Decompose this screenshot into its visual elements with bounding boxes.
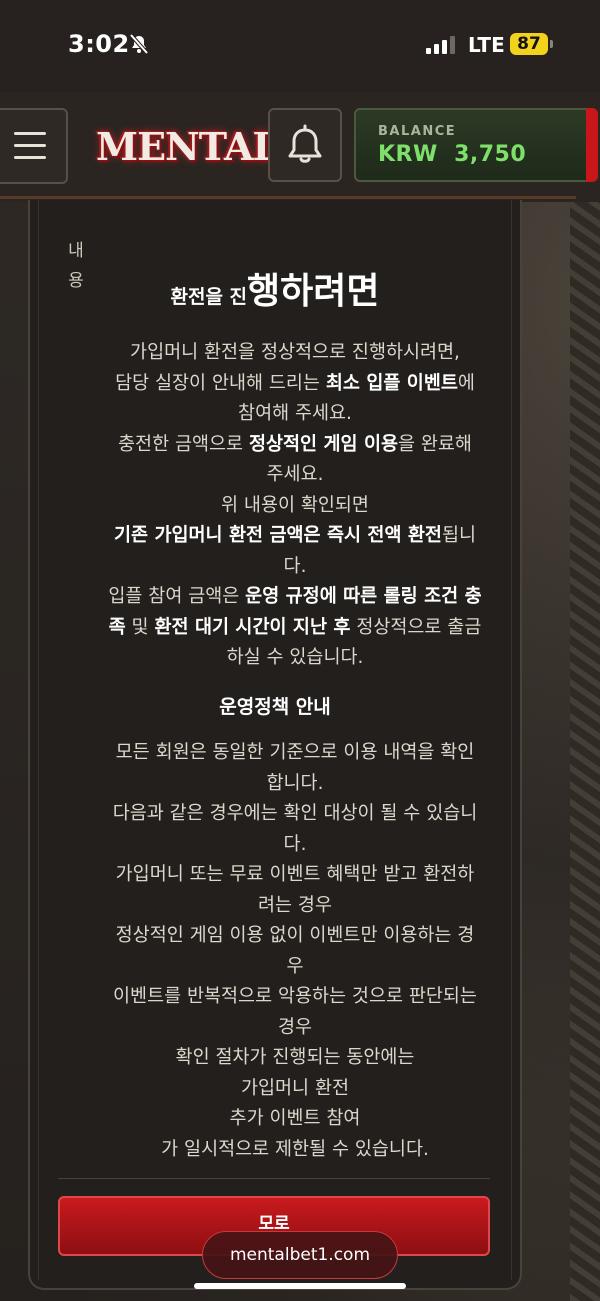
balance-accent (586, 108, 598, 182)
home-indicator[interactable] (194, 1283, 406, 1289)
status-bar: 3:02 LTE 87 (0, 0, 600, 92)
heading-small: 환전을 진 (170, 286, 248, 308)
network-type: LTE (468, 33, 505, 57)
browser-url-bar[interactable]: mentalbet1.com (202, 1231, 398, 1279)
text-line: 참여해 주세요. (238, 403, 352, 424)
policy-line: 가 일시적으로 제한될 수 있습니다. (161, 1138, 429, 1160)
menu-icon-bar (14, 144, 46, 147)
header-divider (0, 196, 576, 199)
balance-label: BALANCE (378, 124, 457, 139)
text-line: 입플 참여 금액은 운영 규정에 따른 롤링 조건 충 (108, 586, 482, 607)
policy-title: 운영정책 안내 (219, 696, 331, 718)
text-line: 충전한 금액으로 정상적인 게임 이용을 완료해 (118, 433, 472, 455)
text-line: 기존 가입머니 환전 금액은 즉시 전액 환전됩니 (113, 525, 477, 546)
battery-icon: 87 (510, 33, 548, 55)
policy-line: 추가 이벤트 참여 (229, 1108, 361, 1129)
cellular-signal-icon (426, 36, 455, 54)
policy-content: 모든 회원은 동일한 기준으로 이용 내역을 확인 합니다. 다음과 같은 경우… (86, 738, 504, 1165)
modal-divider (58, 1178, 490, 1179)
policy-line: 경우 (277, 1016, 313, 1038)
modal-heading: 환전을 진행하려면 (28, 262, 522, 314)
silent-mode-icon (129, 33, 149, 55)
policy-line: 합니다. (266, 772, 324, 794)
site-header: MENTAL BALANCE KRW 3,750 (0, 92, 600, 202)
balance-panel[interactable]: BALANCE KRW 3,750 (354, 108, 598, 182)
policy-line: 정상적인 게임 이용 없이 이벤트만 이용하는 경 (115, 925, 475, 946)
policy-line: 려는 경우 (258, 894, 332, 916)
policy-line: 가입머니 또는 무료 이벤트 혜택만 받고 환전하 (115, 864, 475, 885)
balance-value: KRW 3,750 (378, 142, 527, 167)
stone-texture-edge (570, 90, 600, 1301)
policy-line: 모든 회원은 동일한 기준으로 이용 내역을 확인 (115, 742, 475, 763)
policy-line: 이벤트를 반복적으로 악용하는 것으로 판단되는 (113, 986, 477, 1007)
menu-icon (14, 132, 46, 135)
logo-text: MENTAL (96, 124, 279, 169)
menu-icon-bar (14, 156, 46, 159)
text-line: 위 내용이 확인되면 (221, 494, 369, 516)
text-line: 주세요. (266, 464, 324, 485)
text-line: 다. (283, 555, 307, 577)
text-line: 족 및 환전 대기 시간이 지난 후 정상적으로 출금 (108, 616, 482, 638)
policy-line: 가입머니 환전 (240, 1077, 349, 1099)
menu-button[interactable] (0, 108, 68, 184)
policy-line: 확인 절차가 진행되는 동안에는 (175, 1047, 415, 1068)
text-line: 하실 수 있습니다. (226, 647, 364, 668)
battery-tip (550, 40, 553, 48)
policy-line: 다음과 같은 경우에는 확인 대상이 될 수 있습니 (112, 803, 478, 824)
status-time: 3:02 (68, 30, 130, 58)
bell-icon (288, 124, 322, 163)
site-logo[interactable]: MENTAL (96, 116, 279, 176)
text-line: 가입머니 환전을 정상적으로 진행하시려면, (130, 342, 460, 363)
notification-button[interactable] (268, 108, 342, 182)
policy-line: 다. (283, 833, 307, 855)
heading-large: 행하려면 (247, 271, 380, 312)
exchange-instructions: 가입머니 환전을 정상적으로 진행하시려면, 담당 실장이 안내해 드리는 최소… (86, 338, 504, 674)
policy-line: 우 (286, 955, 304, 977)
text-line: 담당 실장이 안내해 드리는 최소 입플 이벤트에 (115, 372, 475, 394)
